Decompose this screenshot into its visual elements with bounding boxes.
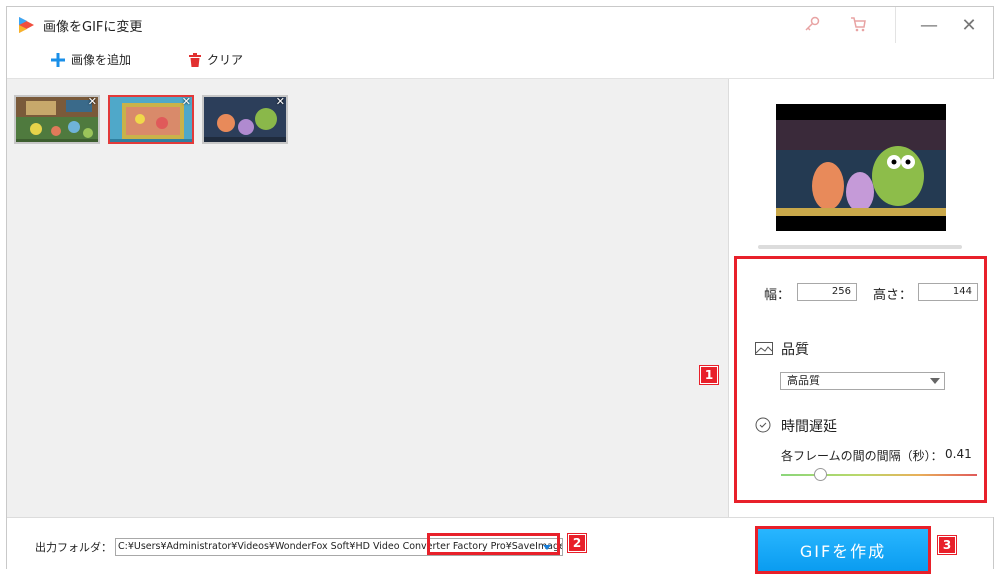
window-title: 画像をGIFに変更 [43,20,143,35]
close-button[interactable]: ✕ [951,11,987,39]
remove-thumbnail-icon[interactable]: ✕ [182,97,191,108]
preview-scrollbar[interactable] [758,245,962,249]
output-folder-label: 出力フォルダ： [35,541,112,554]
badge-3: 3 [938,536,956,554]
titlebar-separator [895,7,896,43]
badge-1: 1 [700,366,718,384]
remove-thumbnail-icon[interactable]: ✕ [88,97,97,108]
remove-thumbnail-icon[interactable]: ✕ [276,97,285,108]
clear-label: クリア [207,53,244,67]
minimize-button[interactable]: — [911,11,947,39]
title-bar: 画像をGIFに変更 — ✕ [7,7,993,43]
image-list-pane: ✕ ✕ ✕ [7,79,729,517]
gif-preview [776,104,946,231]
app-window: 画像をGIFに変更 — ✕ 画像を追加 クリア ✕ ✕ ✕ 幅： 256 高さ：… [6,6,994,574]
key-icon[interactable] [803,15,821,33]
badge-2: 2 [568,534,586,552]
preview-picture [776,104,946,231]
settings-highlight-box [734,256,987,503]
thumbnail-image[interactable]: ✕ [14,95,100,144]
clear-button[interactable]: クリア [189,51,243,68]
create-gif-button[interactable]: GIFを作成 [755,526,931,574]
thumbnail-image-selected[interactable]: ✕ [108,95,194,144]
thumbnail-image[interactable]: ✕ [202,95,288,144]
plus-icon [51,52,65,67]
add-image-button[interactable]: 画像を追加 [51,51,131,68]
add-image-label: 画像を追加 [71,53,132,67]
trash-icon [189,52,201,67]
cart-icon[interactable] [849,15,867,33]
toolbar: 画像を追加 クリア [7,43,993,79]
folder-highlight-box [427,533,560,555]
app-logo-icon [19,17,34,33]
